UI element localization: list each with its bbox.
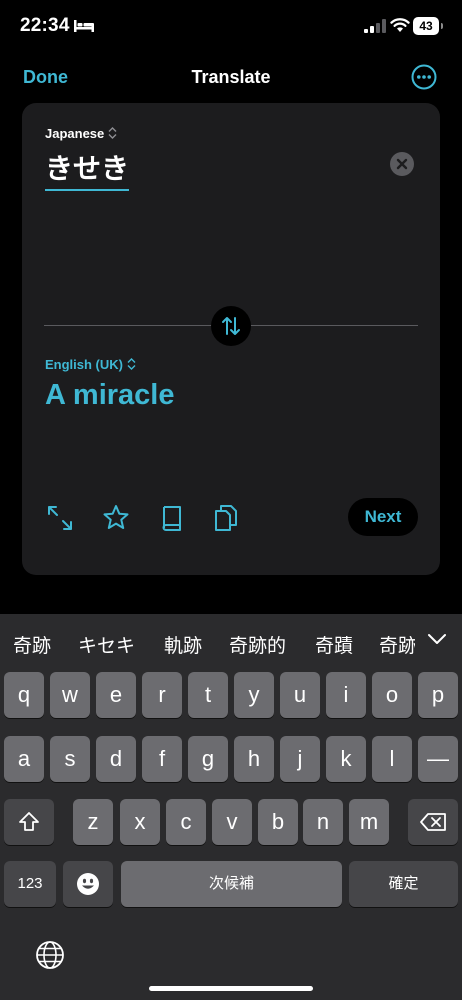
page-title: Translate	[191, 67, 271, 87]
key-j[interactable]: j	[280, 736, 320, 782]
target-language-label: English (UK)	[45, 357, 123, 372]
swap-languages-button[interactable]	[211, 306, 251, 346]
clear-icon[interactable]	[390, 152, 414, 176]
battery-tip	[441, 23, 443, 29]
candidate-item[interactable]: 奇跡的	[229, 631, 286, 658]
key-w[interactable]: w	[50, 672, 90, 718]
battery-level: 43	[413, 17, 439, 35]
next-button[interactable]: Next	[348, 498, 418, 536]
target-language-selector[interactable]: English (UK)	[45, 357, 136, 372]
battery-icon: 43	[413, 17, 445, 35]
cellular-signal-icon	[364, 19, 386, 33]
delete-key[interactable]	[408, 799, 458, 845]
key-z[interactable]: z	[73, 799, 113, 845]
ellipsis-circle-icon[interactable]	[411, 64, 437, 90]
swap-icon	[222, 317, 240, 335]
chevron-up-down-icon	[127, 358, 136, 370]
key-s[interactable]: s	[50, 736, 90, 782]
candidate-bar: 奇跡 キセキ 軌跡 奇跡的 奇蹟 奇跡	[0, 614, 462, 672]
status-time: 22:34	[20, 15, 70, 36]
chevron-up-down-icon	[108, 127, 117, 139]
space-key[interactable]: 次候補	[121, 861, 342, 907]
key-g[interactable]: g	[188, 736, 228, 782]
expand-icon[interactable]	[46, 503, 74, 533]
key-y[interactable]: y	[234, 672, 274, 718]
keyboard: 奇跡 キセキ 軌跡 奇跡的 奇蹟 奇跡 q w e r t y u i o p …	[0, 614, 462, 1000]
globe-icon[interactable]	[35, 940, 65, 970]
chevron-down-icon[interactable]	[427, 632, 447, 646]
key-t[interactable]: t	[188, 672, 228, 718]
home-indicator[interactable]	[149, 986, 313, 991]
key-n[interactable]: n	[303, 799, 343, 845]
key-u[interactable]: u	[280, 672, 320, 718]
key-long-dash[interactable]: —	[418, 736, 458, 782]
key-a[interactable]: a	[4, 736, 44, 782]
candidate-item[interactable]: 奇蹟	[315, 631, 353, 658]
key-b[interactable]: b	[258, 799, 298, 845]
key-h[interactable]: h	[234, 736, 274, 782]
candidate-item[interactable]: 奇跡	[13, 631, 51, 658]
key-f[interactable]: f	[142, 736, 182, 782]
key-v[interactable]: v	[212, 799, 252, 845]
wifi-icon	[390, 17, 410, 33]
numbers-key[interactable]: 123	[4, 861, 56, 907]
key-r[interactable]: r	[142, 672, 182, 718]
key-e[interactable]: e	[96, 672, 136, 718]
key-i[interactable]: i	[326, 672, 366, 718]
copy-icon[interactable]	[212, 503, 240, 533]
translation-card: Japanese きせき English (UK) A miracle Next	[22, 103, 440, 575]
candidate-item[interactable]: キセキ	[78, 631, 135, 658]
emoji-key[interactable]	[63, 861, 113, 907]
book-icon[interactable]	[158, 503, 186, 533]
source-text[interactable]: きせき	[45, 147, 130, 191]
bed-icon	[74, 19, 94, 33]
key-o[interactable]: o	[372, 672, 412, 718]
key-c[interactable]: c	[166, 799, 206, 845]
emoji-icon	[77, 873, 99, 895]
key-d[interactable]: d	[96, 736, 136, 782]
backspace-icon	[420, 813, 446, 831]
shift-icon	[19, 812, 39, 831]
star-icon[interactable]	[102, 503, 130, 533]
key-q[interactable]: q	[4, 672, 44, 718]
source-language-selector[interactable]: Japanese	[45, 126, 117, 141]
key-m[interactable]: m	[349, 799, 389, 845]
source-language-label: Japanese	[45, 126, 105, 141]
translated-text: A miracle	[45, 379, 175, 411]
confirm-key[interactable]: 確定	[349, 861, 458, 907]
key-l[interactable]: l	[372, 736, 412, 782]
nav-bar: Done Translate	[0, 56, 462, 100]
status-bar: 22:34 43	[0, 0, 462, 56]
key-x[interactable]: x	[120, 799, 160, 845]
key-p[interactable]: p	[418, 672, 458, 718]
candidate-item[interactable]: 軌跡	[164, 631, 202, 658]
shift-key[interactable]	[4, 799, 54, 845]
candidate-item[interactable]: 奇跡	[379, 631, 415, 658]
key-k[interactable]: k	[326, 736, 366, 782]
